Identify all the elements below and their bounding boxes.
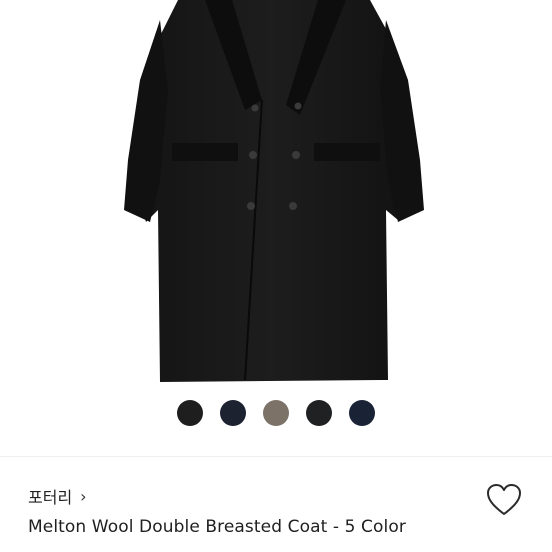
brand-link[interactable]: 포터리 › bbox=[28, 484, 87, 508]
swatch-black[interactable] bbox=[177, 400, 203, 426]
coat-body bbox=[136, 0, 408, 382]
color-swatches bbox=[0, 400, 552, 430]
product-title: Melton Wool Double Breasted Coat - 5 Col… bbox=[28, 517, 406, 537]
chevron-right-icon: › bbox=[80, 486, 87, 506]
product-detail-screen: 포터리 › Melton Wool Double Breasted Coat -… bbox=[0, 0, 552, 552]
swatch-taupe[interactable] bbox=[263, 400, 289, 426]
coat-left-pocket bbox=[172, 143, 238, 161]
product-image[interactable] bbox=[0, 0, 552, 456]
heart-outline-icon[interactable] bbox=[486, 483, 522, 517]
swatch-navy[interactable] bbox=[349, 400, 375, 426]
swatch-charcoal[interactable] bbox=[306, 400, 332, 426]
coat-illustration bbox=[124, 0, 424, 382]
brand-name: 포터리 bbox=[28, 488, 73, 507]
coat-right-pocket bbox=[314, 143, 380, 161]
swatch-dark-navy[interactable] bbox=[220, 400, 246, 426]
